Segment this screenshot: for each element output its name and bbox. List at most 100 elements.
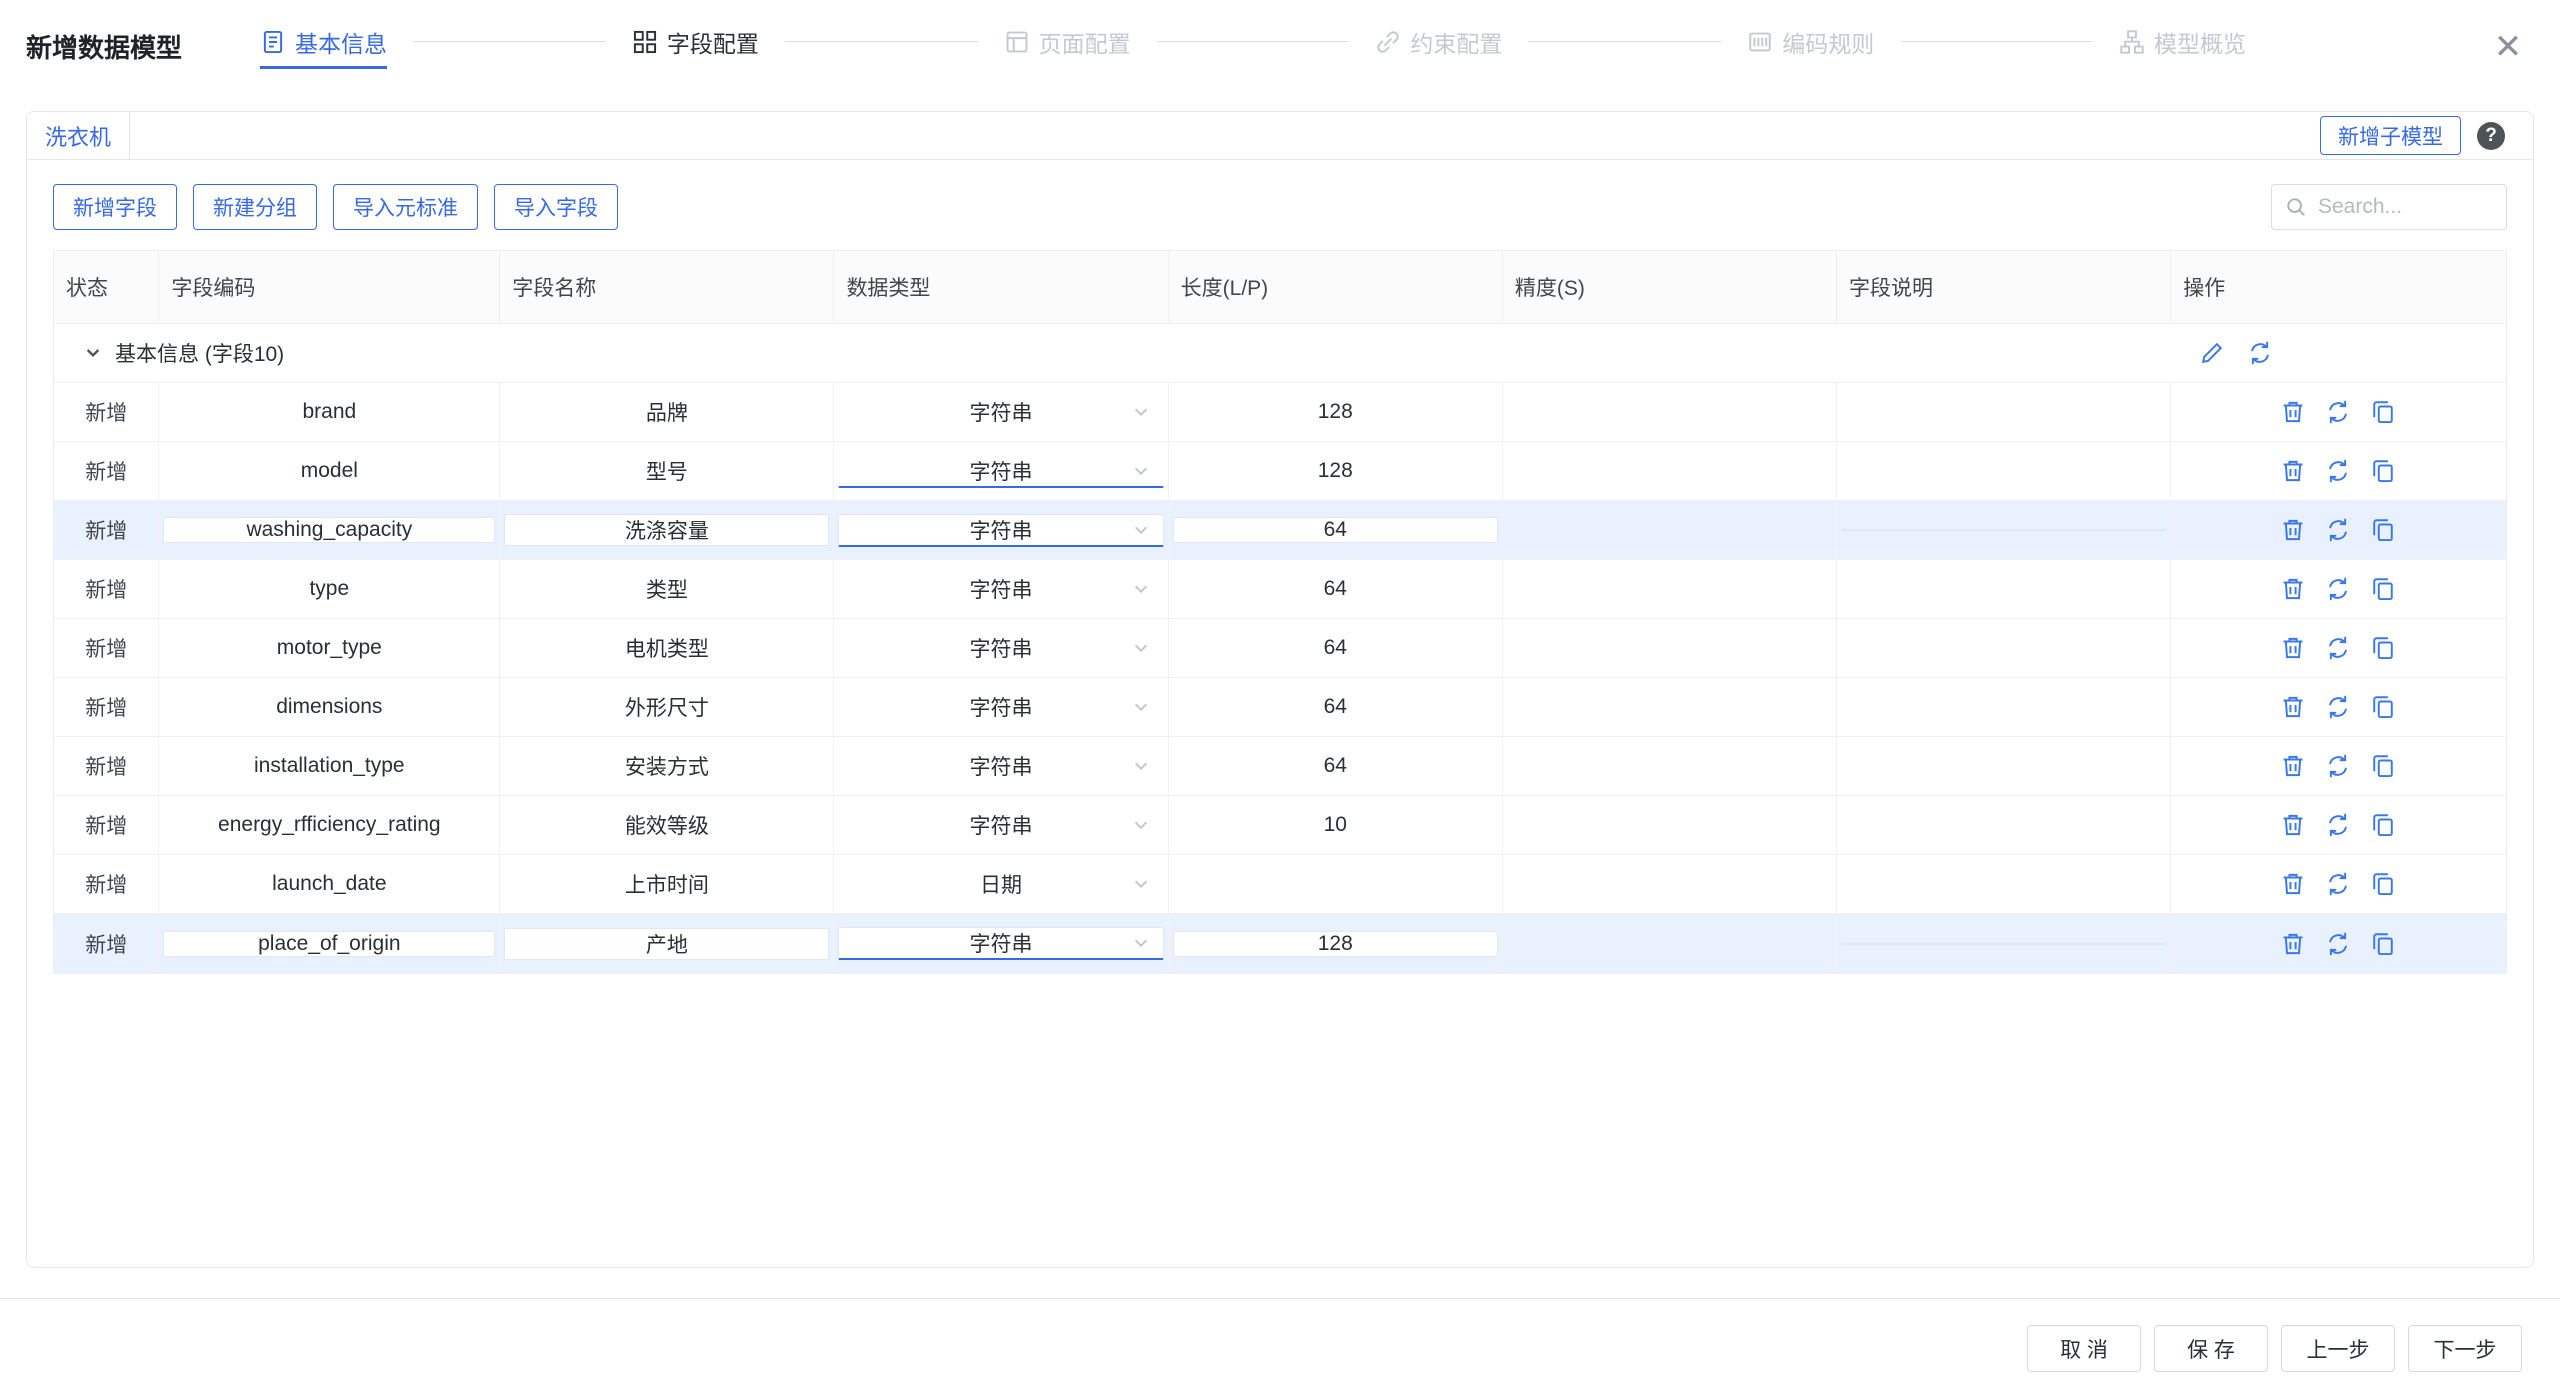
table-row[interactable]: 新增 launch_date 上市时间 日期 (54, 855, 2506, 914)
toolbar-button[interactable]: 导入字段 (494, 184, 618, 230)
data-type-select[interactable]: 字符串 (838, 809, 1163, 841)
description-cell[interactable] (1841, 470, 2166, 472)
toolbar-button[interactable]: 导入元标准 (333, 184, 478, 230)
step-page-config[interactable]: 页面配置 (1004, 25, 1131, 69)
length-cell[interactable]: 128 (1173, 399, 1498, 425)
toolbar-button[interactable]: 新增字段 (53, 184, 177, 230)
length-cell[interactable]: 64 (1173, 576, 1498, 602)
copy-icon[interactable] (2369, 870, 2397, 898)
description-cell[interactable] (1841, 765, 2166, 767)
sync-icon[interactable] (2324, 634, 2352, 662)
description-cell[interactable] (1841, 647, 2166, 649)
description-cell[interactable] (1841, 883, 2166, 885)
prev-step-button[interactable]: 上一步 (2281, 1325, 2395, 1372)
help-icon[interactable]: ? (2477, 122, 2505, 150)
delete-icon[interactable] (2279, 930, 2307, 958)
table-row[interactable]: 新增 installation_type 安装方式 字符串 64 (54, 737, 2506, 796)
table-row[interactable]: 新增 model 型号 字符串 128 (54, 442, 2506, 501)
delete-icon[interactable] (2279, 575, 2307, 603)
precision-cell[interactable] (1503, 914, 1837, 973)
length-cell[interactable]: 64 (1173, 635, 1498, 661)
field-code-cell[interactable]: dimensions (163, 694, 495, 720)
field-name-cell[interactable]: 电机类型 (504, 632, 829, 664)
sync-icon[interactable] (2324, 752, 2352, 780)
field-code-cell[interactable]: energy_rfficiency_rating (163, 812, 495, 838)
data-type-select[interactable]: 字符串 (838, 750, 1163, 782)
sync-icon[interactable] (2324, 870, 2352, 898)
field-name-cell[interactable]: 安装方式 (504, 750, 829, 782)
sync-icon[interactable] (2324, 693, 2352, 721)
precision-cell[interactable] (1503, 442, 1837, 500)
search-input[interactable] (2316, 194, 2493, 220)
step-basic-info[interactable]: 基本信息 (260, 25, 387, 69)
description-cell[interactable] (1841, 411, 2166, 413)
data-type-select[interactable]: 字符串 (838, 632, 1163, 664)
table-row[interactable]: 新增 washing_capacity 洗涤容量 字符串 64 (54, 501, 2506, 560)
field-code-cell[interactable]: motor_type (163, 635, 495, 661)
field-code-cell[interactable]: place_of_origin (163, 931, 495, 957)
copy-icon[interactable] (2369, 575, 2397, 603)
field-name-cell[interactable]: 上市时间 (504, 868, 829, 900)
sync-icon[interactable] (2324, 398, 2352, 426)
description-cell[interactable] (1841, 529, 2166, 531)
step-model-overview[interactable]: 模型概览 (2119, 25, 2246, 69)
table-row[interactable]: 新增 type 类型 字符串 64 (54, 560, 2506, 619)
precision-cell[interactable] (1503, 796, 1837, 854)
data-type-select[interactable]: 日期 (838, 868, 1163, 900)
precision-cell[interactable] (1503, 383, 1837, 441)
delete-icon[interactable] (2279, 398, 2307, 426)
data-type-select[interactable]: 字符串 (838, 396, 1163, 428)
field-code-cell[interactable]: washing_capacity (163, 517, 495, 543)
delete-icon[interactable] (2279, 870, 2307, 898)
chevron-down-icon[interactable] (83, 343, 103, 363)
length-cell[interactable]: 64 (1173, 753, 1498, 779)
field-name-cell[interactable]: 洗涤容量 (504, 514, 829, 546)
data-type-select[interactable]: 字符串 (838, 927, 1163, 960)
description-cell[interactable] (1841, 824, 2166, 826)
length-cell[interactable]: 64 (1173, 694, 1498, 720)
description-cell[interactable] (1841, 706, 2166, 708)
next-step-button[interactable]: 下一步 (2408, 1325, 2522, 1372)
toolbar-button[interactable]: 新建分组 (193, 184, 317, 230)
precision-cell[interactable] (1503, 855, 1837, 913)
length-cell[interactable]: 64 (1173, 517, 1498, 543)
precision-cell[interactable] (1503, 560, 1837, 618)
field-name-cell[interactable]: 类型 (504, 573, 829, 605)
delete-icon[interactable] (2279, 752, 2307, 780)
table-row[interactable]: 新增 brand 品牌 字符串 128 (54, 383, 2506, 442)
field-code-cell[interactable]: launch_date (163, 871, 495, 897)
search-box[interactable] (2271, 184, 2507, 230)
add-submodel-button[interactable]: 新增子模型 (2320, 116, 2461, 155)
description-cell[interactable] (1841, 943, 2166, 945)
delete-icon[interactable] (2279, 457, 2307, 485)
table-row[interactable]: 新增 motor_type 电机类型 字符串 64 (54, 619, 2506, 678)
table-row[interactable]: 新增 energy_rfficiency_rating 能效等级 字符串 10 (54, 796, 2506, 855)
delete-icon[interactable] (2279, 693, 2307, 721)
field-name-cell[interactable]: 品牌 (504, 396, 829, 428)
copy-icon[interactable] (2369, 516, 2397, 544)
field-name-cell[interactable]: 外形尺寸 (504, 691, 829, 723)
table-row[interactable]: 新增 dimensions 外形尺寸 字符串 64 (54, 678, 2506, 737)
delete-icon[interactable] (2279, 811, 2307, 839)
sync-icon[interactable] (2324, 930, 2352, 958)
field-name-cell[interactable]: 型号 (504, 455, 829, 487)
copy-icon[interactable] (2369, 457, 2397, 485)
copy-icon[interactable] (2369, 811, 2397, 839)
field-name-cell[interactable]: 能效等级 (504, 809, 829, 841)
step-coding-rules[interactable]: 编码规则 (1747, 25, 1874, 69)
data-type-select[interactable]: 字符串 (838, 691, 1163, 723)
field-code-cell[interactable]: brand (163, 399, 495, 425)
precision-cell[interactable] (1503, 737, 1837, 795)
field-code-cell[interactable]: model (163, 458, 495, 484)
sync-icon[interactable] (2324, 811, 2352, 839)
cancel-button[interactable]: 取 消 (2027, 1325, 2141, 1372)
sync-icon[interactable] (2324, 457, 2352, 485)
field-code-cell[interactable]: installation_type (163, 753, 495, 779)
copy-icon[interactable] (2369, 693, 2397, 721)
step-field-config[interactable]: 字段配置 (632, 25, 759, 69)
sync-icon[interactable] (2246, 339, 2274, 367)
length-cell[interactable]: 128 (1173, 931, 1498, 957)
field-name-cell[interactable]: 产地 (504, 928, 829, 960)
precision-cell[interactable] (1503, 501, 1837, 559)
length-cell[interactable]: 128 (1173, 458, 1498, 484)
